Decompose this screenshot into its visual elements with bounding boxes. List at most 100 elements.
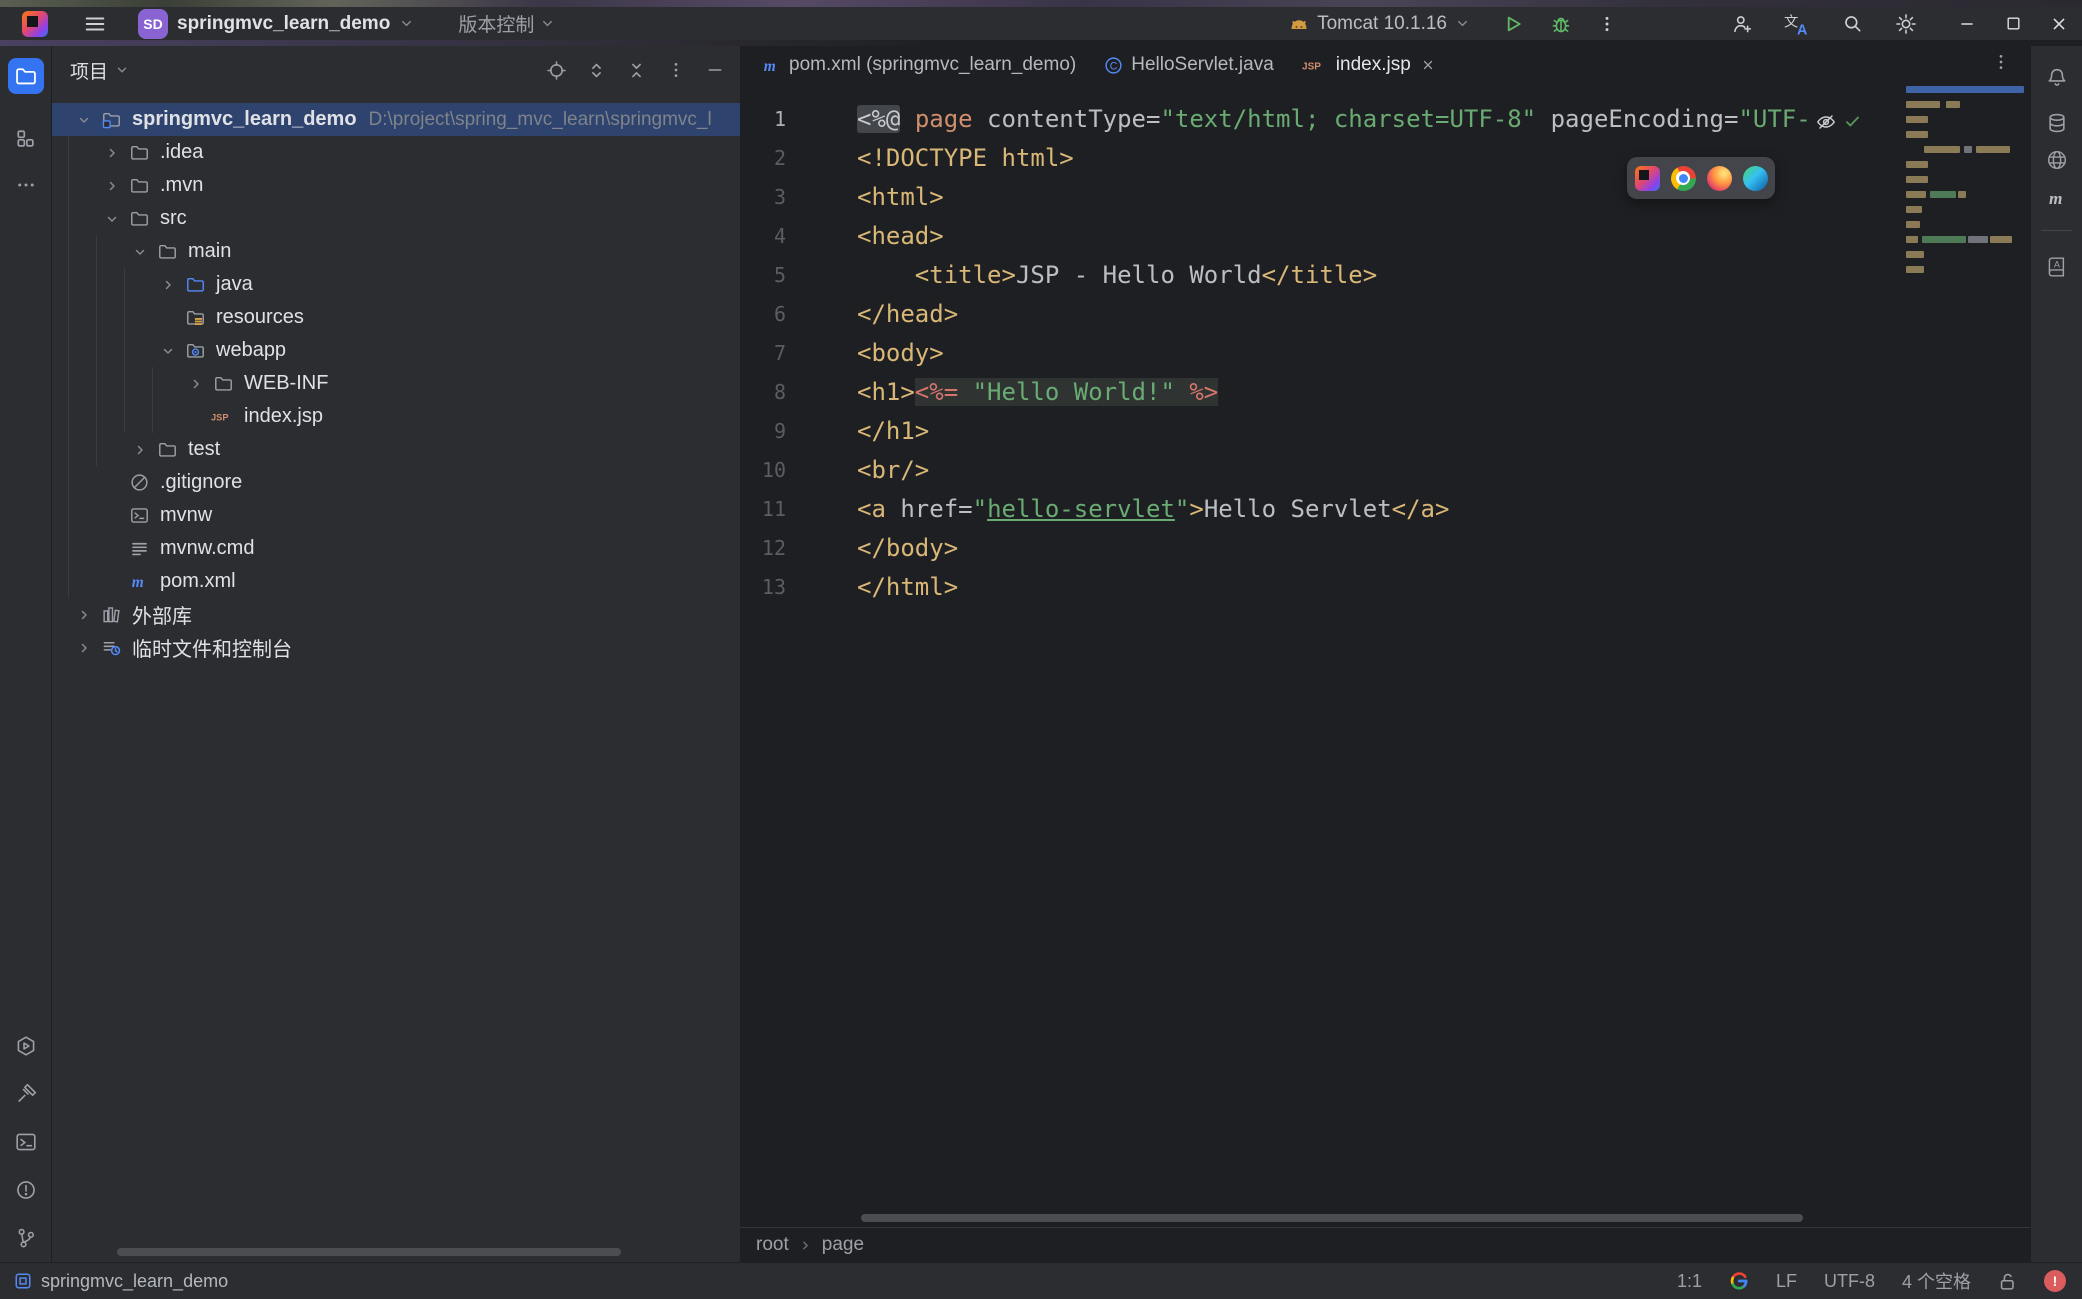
chevron-right-icon [799,1239,812,1252]
editor-hscrollbar[interactable] [861,1214,1803,1222]
project-switcher[interactable]: SD springmvc_learn_demo [138,9,414,39]
chevron-closed-icon[interactable] [73,640,95,656]
tab-close-icon[interactable] [1421,58,1435,72]
tab-index.jsp[interactable]: JSPindex.jsp [1288,46,1449,84]
notifications-tool-button[interactable] [2039,60,2075,96]
inspection-widget[interactable] [1808,107,1868,136]
services-tool-button[interactable] [8,1028,44,1064]
breadcrumb-root[interactable]: root [756,1234,789,1256]
tab-pom.xml[interactable]: mpom.xml (springmvc_learn_demo) [748,46,1090,84]
chevron-closed-icon[interactable] [73,607,95,623]
maven-tool-button[interactable]: m [2039,180,2075,216]
hide-panel-button[interactable] [706,61,724,79]
tree-item-test[interactable]: test [52,433,740,466]
code-editor[interactable]: 1<%@ page contentType="text/html; charse… [740,100,2030,607]
edge-icon[interactable] [1743,166,1768,191]
chevron-open-icon[interactable] [129,244,151,260]
code-line[interactable]: 3<html> [740,178,2030,217]
search-everywhere-button[interactable] [1836,9,1868,39]
minimize-button[interactable] [1944,7,1990,40]
code-line[interactable]: 11<a href="hello-servlet">Hello Servlet<… [740,490,2030,529]
code-line[interactable]: 5 <title>JSP - Hello World</title> [740,256,2030,295]
chrome-icon[interactable] [1671,166,1696,191]
run-configuration-select[interactable]: Tomcat 10.1.16 [1289,13,1470,35]
tree-item-row-15[interactable]: 外部库 [52,598,740,631]
status-project-widget[interactable]: springmvc_learn_demo [14,1271,228,1292]
debug-button[interactable] [1544,9,1578,39]
chevron-closed-icon[interactable] [185,376,207,392]
code-line[interactable]: 7<body> [740,334,2030,373]
line-separator-widget[interactable]: LF [1776,1271,1797,1292]
minimap-line [1906,251,1924,258]
tree-item-src[interactable]: src [52,202,740,235]
documentation-tool-button[interactable]: A [2039,249,2075,285]
code-line[interactable]: 9</h1> [740,412,2030,451]
endpoints-tool-button[interactable] [2039,142,2075,178]
notification-error-badge[interactable]: ! [2044,1270,2066,1292]
project-tool-button[interactable] [8,58,44,94]
tree-item-mvnw[interactable]: mvnw [52,499,740,532]
code-line[interactable]: 6</head> [740,295,2030,334]
code-with-me-button[interactable] [1726,9,1758,39]
chevron-open-icon[interactable] [73,112,95,128]
main-menu-button[interactable] [78,9,112,39]
project-view-selector[interactable]: 项目 [70,57,129,84]
close-button[interactable] [2036,7,2082,40]
chevron-open-icon[interactable] [101,211,123,227]
more-tool-windows-button[interactable] [8,167,44,203]
structure-tool-button[interactable] [8,120,44,156]
tree-item-.idea[interactable]: .idea [52,136,740,169]
tree-item-mvnw.cmd[interactable]: mvnw.cmd [52,532,740,565]
chevron-closed-icon[interactable] [101,145,123,161]
settings-button[interactable] [1890,9,1922,39]
chevron-closed-icon[interactable] [101,178,123,194]
encoding-widget[interactable]: UTF-8 [1824,1271,1875,1292]
tab-helloservlet.java[interactable]: CHelloServlet.java [1090,46,1288,84]
tree-item-.gitignore[interactable]: .gitignore [52,466,740,499]
code-line[interactable]: 8<h1><%= "Hello World!" %> [740,373,2030,412]
code-line[interactable]: 12</body> [740,529,2030,568]
tree-item-web-inf[interactable]: WEB-INF [52,367,740,400]
tree-item-springmvc_learn_demo[interactable]: springmvc_learn_demoD:\project\spring_mv… [52,103,740,136]
tree-item-.mvn[interactable]: .mvn [52,169,740,202]
panel-options-button[interactable] [667,61,685,79]
project-panel-hscrollbar[interactable] [117,1248,621,1256]
firefox-icon[interactable] [1707,166,1732,191]
tree-item-webapp[interactable]: webapp [52,334,740,367]
structure-icon [15,128,36,149]
tree-item-java[interactable]: java [52,268,740,301]
locate-file-button[interactable] [547,61,566,80]
indent-widget[interactable]: 4 个空格 [1902,1268,1971,1294]
version-control-tool-button[interactable] [8,1220,44,1256]
tab-list-button[interactable] [1992,53,2010,71]
chevron-open-icon[interactable] [157,343,179,359]
chevron-closed-icon[interactable] [129,442,151,458]
vcs-widget[interactable]: 版本控制 [458,10,555,37]
collapse-all-button[interactable] [627,61,646,80]
problems-tool-button[interactable] [8,1172,44,1208]
database-tool-button[interactable] [2039,105,2075,141]
run-button[interactable] [1496,9,1530,39]
code-line[interactable]: 10<br/> [740,451,2030,490]
code-line[interactable]: 13</html> [740,568,2030,607]
tree-item-main[interactable]: main [52,235,740,268]
terminal-tool-button[interactable] [8,1124,44,1160]
code-line[interactable]: 2<!DOCTYPE html> [740,139,2030,178]
translate-button[interactable]: 文A [1780,9,1814,39]
more-actions-button[interactable] [1592,9,1622,39]
build-tool-button[interactable] [8,1076,44,1112]
readonly-lock-widget[interactable] [1998,1272,2017,1291]
tree-item-resources[interactable]: resources [52,301,740,334]
expand-all-button[interactable] [587,61,606,80]
breadcrumb-page[interactable]: page [822,1234,864,1256]
maximize-button[interactable] [1990,7,2036,40]
minimap[interactable] [1906,86,2026,336]
idea-preview-icon[interactable] [1635,166,1660,191]
caret-position-widget[interactable]: 1:1 [1677,1271,1702,1292]
code-line[interactable]: 4<head> [740,217,2030,256]
tree-item-pom.xml[interactable]: mpom.xml [52,565,740,598]
tree-item-row-16[interactable]: 临时文件和控制台 [52,631,740,664]
google-translate-widget[interactable] [1729,1271,1749,1291]
chevron-closed-icon[interactable] [157,277,179,293]
tree-item-index.jsp[interactable]: JSPindex.jsp [52,400,740,433]
